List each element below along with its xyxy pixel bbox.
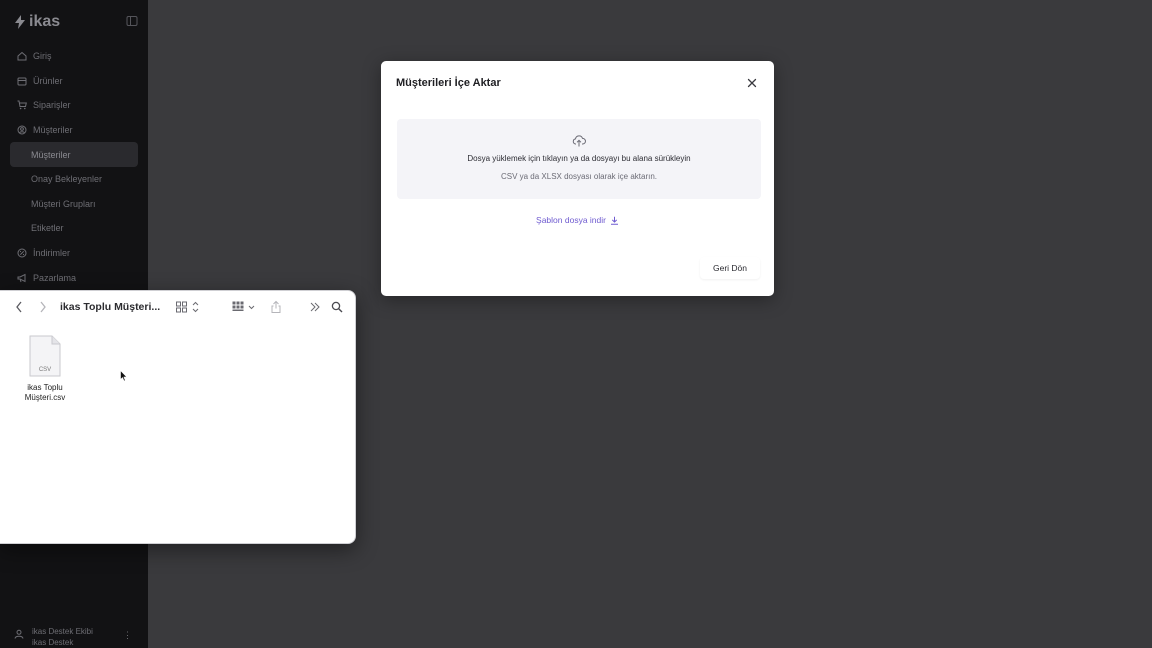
logo-text: ikas	[29, 13, 61, 30]
sidebar-header: ikas	[14, 12, 138, 32]
sidebar-item-sub-müşteri-grupları[interactable]: Müşteri Grupları	[10, 192, 138, 217]
sidebar-item-label: Müşteriler	[31, 149, 71, 160]
sidebar-item-label: İndirimler	[33, 248, 71, 259]
forward-nav-icon[interactable]	[38, 300, 48, 314]
finder-window: ikas Toplu Müşteri... CSV ikas Toplu Müş…	[0, 290, 356, 544]
sidebar-item-label: Pazarlama	[33, 272, 77, 283]
finder-toolbar: ikas Toplu Müşteri...	[0, 291, 355, 323]
megaphone-icon	[17, 273, 27, 283]
back-button[interactable]: Geri Dön	[700, 257, 760, 279]
sidebar-nav: Giriş Ürünler Siparişler Müşteriler Müşteril…	[10, 44, 138, 290]
bolt-icon	[15, 15, 25, 29]
sidebar-item-i-ndirimler[interactable]: İndirimler	[10, 241, 138, 266]
download-template-label: Şablon dosya indir	[536, 215, 606, 225]
csv-file[interactable]: CSV ikas Toplu Müşteri.csv	[18, 335, 72, 403]
import-customers-modal: Müşterileri İçe Aktar Dosya yüklemek içi…	[381, 61, 774, 296]
sidebar-item-müşteriler[interactable]: Müşteriler	[10, 118, 138, 143]
sidebar-item-pazarlama[interactable]: Pazarlama	[10, 265, 138, 290]
file-name: ikas Toplu Müşteri.csv	[24, 383, 66, 402]
group-view-icon[interactable]	[231, 300, 257, 314]
cloud-upload-icon	[572, 135, 586, 147]
discount-icon	[17, 248, 27, 258]
finder-title: ikas Toplu Müşteri...	[60, 301, 160, 313]
customers-icon	[17, 125, 27, 135]
sidebar-item-label: Etiketler	[31, 223, 64, 234]
share-icon[interactable]	[270, 300, 282, 314]
more-options-icon[interactable]: ⋮	[123, 630, 132, 641]
sidebar-collapse-icon[interactable]	[126, 15, 138, 27]
sidebar-item-ürünler[interactable]: Ürünler	[10, 69, 138, 94]
user-icon	[14, 629, 24, 639]
sidebar-item-sub-müşteriler[interactable]: Müşteriler	[10, 142, 138, 167]
sidebar-item-giriş[interactable]: Giriş	[10, 44, 138, 69]
sidebar-item-sub-etiketler[interactable]: Etiketler	[10, 216, 138, 241]
sidebar-item-label: Giriş	[33, 51, 52, 62]
box-icon	[17, 76, 27, 86]
download-template-link[interactable]: Şablon dosya indir	[381, 215, 774, 225]
sidebar-item-label: Müşteri Grupları	[31, 198, 96, 209]
sidebar-item-sub-onay-bekleyenler[interactable]: Onay Bekleyenler	[10, 167, 138, 192]
back-nav-icon[interactable]	[14, 300, 24, 314]
csv-file-icon: CSV	[29, 335, 61, 377]
user-subtitle: ikas Destek	[32, 638, 74, 647]
mouse-cursor-icon	[120, 370, 128, 382]
download-icon	[610, 216, 618, 225]
user-name: ikas Destek Ekibi	[32, 627, 93, 636]
sidebar-item-label: Siparişler	[33, 100, 71, 111]
sidebar-item-label: Onay Bekleyenler	[31, 174, 103, 185]
close-icon[interactable]	[746, 77, 758, 89]
logo[interactable]: ikas	[14, 13, 60, 31]
sidebar-item-label: Ürünler	[33, 75, 63, 86]
sidebar-item-siparişler[interactable]: Siparişler	[10, 93, 138, 118]
user-profile[interactable]: ikas Destek Ekibi ikas Destek ⋮	[14, 626, 138, 648]
sidebar-item-label: Müşteriler	[33, 125, 73, 136]
file-dropzone[interactable]: Dosya yüklemek için tıklayın ya da dosya…	[397, 119, 761, 199]
modal-title: Müşterileri İçe Aktar	[396, 77, 501, 89]
cart-icon	[17, 100, 27, 110]
search-icon[interactable]	[331, 300, 343, 314]
icon-view-icon[interactable]	[175, 300, 201, 314]
dropzone-instruction: Dosya yüklemek için tıklayın ya da dosya…	[467, 154, 691, 163]
dropzone-hint: CSV ya da XLSX dosyası olarak içe aktarı…	[500, 172, 658, 181]
csv-file-badge: CSV	[39, 367, 51, 373]
home-icon	[17, 51, 27, 61]
more-toolbar-icon[interactable]	[309, 300, 321, 314]
